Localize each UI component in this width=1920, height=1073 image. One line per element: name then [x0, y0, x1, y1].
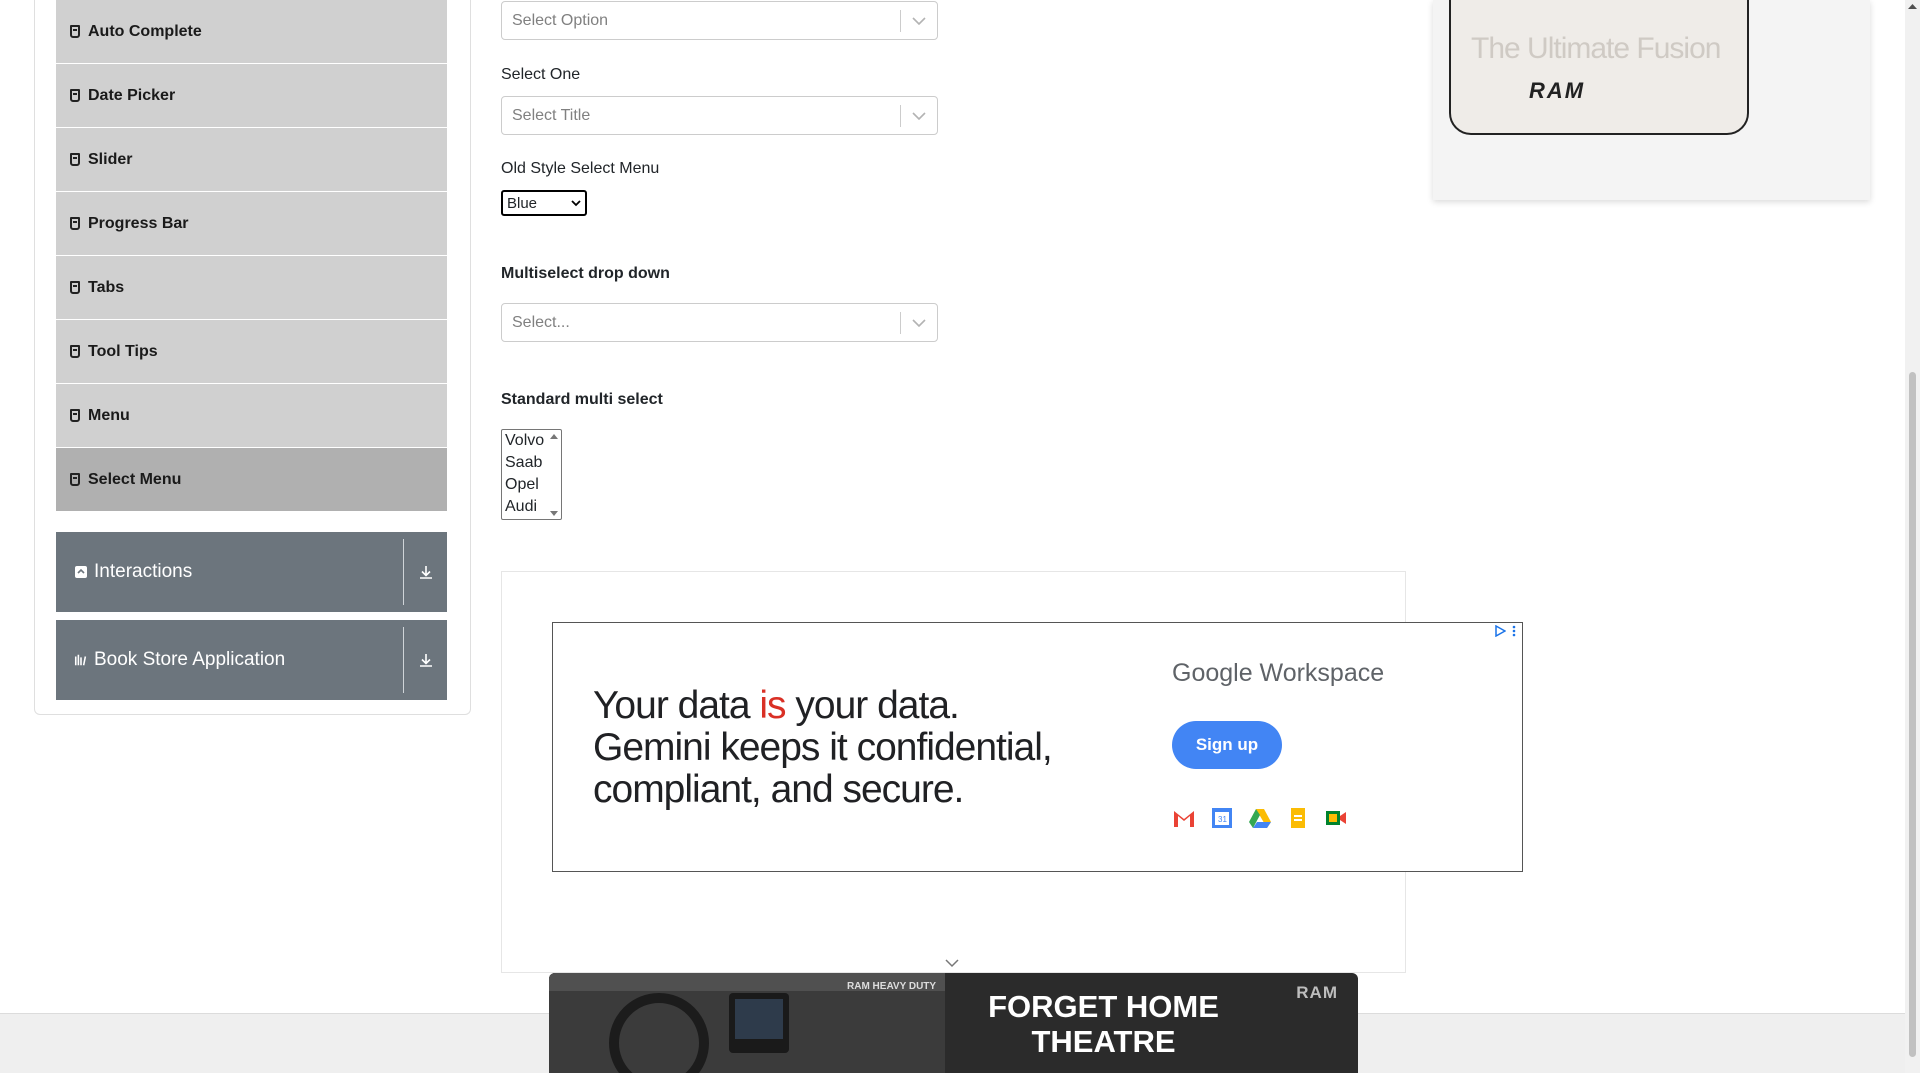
sidebar-item-label: Tabs [88, 278, 125, 296]
multiselect-label: Multiselect drop down [501, 265, 670, 282]
sidebar-item-date-picker[interactable]: Date Picker [56, 64, 447, 128]
sidebar-item-tabs[interactable]: Tabs [56, 256, 447, 320]
select-placeholder: Select Option [512, 11, 609, 29]
sidebar-item-label: Date Picker [88, 86, 176, 104]
chevron-down-icon[interactable] [944, 958, 960, 968]
ad-choices[interactable] [1494, 625, 1516, 637]
scrollbar-thumb[interactable] [1909, 372, 1916, 1057]
page: The Ultimate Fusion RAM Auto Complete Da… [0, 0, 1920, 1073]
headline-line-1: FORGET HOME [988, 989, 1219, 1024]
google-workspace-ad[interactable]: Your data is your data. Gemini keeps it … [552, 622, 1523, 872]
divider [403, 539, 404, 605]
sidebar-item-label: Progress Bar [88, 214, 189, 232]
ad-subtag: RAM HEAVY DUTY [847, 981, 937, 992]
chevron-down-icon [571, 199, 581, 206]
select-one-dropdown[interactable]: Select Title [501, 96, 938, 135]
chevron-down-icon[interactable] [901, 2, 937, 39]
ad-headline: Your data is your data. Gemini keeps it … [593, 684, 1053, 811]
group-interactions[interactable]: Interactions [56, 532, 447, 612]
download-arrow-icon[interactable] [417, 651, 435, 669]
ad-phone-graphic: The Ultimate Fusion RAM [1449, 0, 1749, 135]
sidebar-item-select-menu[interactable]: Select Menu [56, 448, 447, 512]
sidebar-item-slider[interactable]: Slider [56, 128, 447, 192]
group-book-store-application[interactable]: Book Store Application [56, 620, 447, 700]
sidebar-item-menu[interactable]: Menu [56, 384, 447, 448]
top-right-ad[interactable]: The Ultimate Fusion RAM [1433, 0, 1870, 200]
interactions-icon [74, 565, 88, 579]
download-arrow-icon[interactable] [417, 563, 435, 581]
google-workspace-logo: Google Workspace [1172, 659, 1385, 687]
list-icon [70, 153, 80, 166]
gmail-icon [1174, 811, 1194, 827]
ram-logo: RAM [1296, 983, 1338, 1002]
list-icon [70, 473, 80, 486]
select-placeholder: Select... [512, 313, 570, 331]
svg-text:31: 31 [1218, 815, 1227, 824]
multi-select-option[interactable]: Opel [505, 476, 539, 494]
sidebar-item-label: Auto Complete [88, 22, 202, 40]
group-label: Interactions [94, 561, 193, 582]
calendar-icon: 31 [1212, 808, 1232, 828]
drive-icon [1249, 809, 1271, 828]
bottom-ram-ad[interactable]: RAM HEAVY DUTY FORGET HOME THEATRE RAM [549, 973, 1358, 1073]
sidebar-item-label: Slider [88, 150, 133, 168]
standard-multi-select[interactable]: Volvo Saab Opel Audi [501, 429, 562, 520]
scroll-up-arrow-icon[interactable] [1908, 3, 1917, 10]
sidebar-item-tool-tips[interactable]: Tool Tips [56, 320, 447, 384]
bottom-ad-headline: FORGET HOME THEATRE [945, 989, 1262, 1059]
divider [403, 627, 404, 693]
old-style-select[interactable]: Blue [501, 190, 587, 216]
headline-text: your data. [785, 684, 959, 727]
headline-line-2: Gemini keeps it confidential, [593, 726, 1053, 769]
select-placeholder: Select Title [512, 106, 591, 124]
list-icon [70, 345, 80, 358]
headline-text: Your data [593, 684, 760, 727]
sidebar-item-label: Tool Tips [88, 342, 158, 360]
headline-highlight: is [759, 684, 786, 727]
multi-select-option[interactable]: Audi [505, 498, 537, 516]
list-icon [70, 25, 80, 38]
list-icon [70, 409, 80, 422]
more-options-icon[interactable] [1512, 625, 1516, 637]
sidebar-item-auto-complete[interactable]: Auto Complete [56, 0, 447, 64]
page-scrollbar[interactable] [1905, 0, 1920, 1073]
list-icon [70, 281, 80, 294]
multiselect-dropdown[interactable]: Select... [501, 303, 938, 342]
multi-select-option[interactable]: Volvo [505, 432, 544, 450]
list-icon [70, 217, 80, 230]
old-style-select-label: Old Style Select Menu [501, 160, 660, 177]
sign-up-button[interactable]: Sign up [1172, 721, 1282, 769]
sidebar-item-label: Menu [88, 406, 130, 424]
group-label: Book Store Application [94, 649, 286, 670]
select-option-dropdown[interactable]: Select Option [501, 1, 938, 40]
docs-icon [1291, 808, 1305, 828]
old-select-value: Blue [507, 194, 538, 212]
sidebar-item-label: Select Menu [88, 470, 182, 488]
meet-icon [1326, 811, 1346, 825]
headline-line-2: THEATRE [1031, 1024, 1176, 1059]
headline-line-3: compliant, and secure. [593, 768, 964, 811]
standard-multi-select-label: Standard multi select [501, 391, 663, 408]
select-one-label: Select One [501, 66, 581, 83]
sidebar-item-progress-bar[interactable]: Progress Bar [56, 192, 447, 256]
sidebar-menu: Auto Complete Date Picker Slider Progres… [56, 0, 447, 512]
chevron-down-icon[interactable] [901, 304, 937, 341]
books-icon [74, 653, 88, 667]
chevron-down-icon[interactable] [901, 97, 937, 134]
listbox-scrollbar[interactable] [549, 432, 559, 517]
workspace-apps: 31 [1172, 807, 1348, 829]
multi-select-option[interactable]: Saab [505, 454, 542, 472]
ad-tagline: The Ultimate Fusion [1471, 32, 1721, 65]
ad-choices-icon[interactable] [1494, 625, 1506, 637]
ram-logo: RAM [1529, 78, 1586, 103]
list-icon [70, 89, 80, 102]
